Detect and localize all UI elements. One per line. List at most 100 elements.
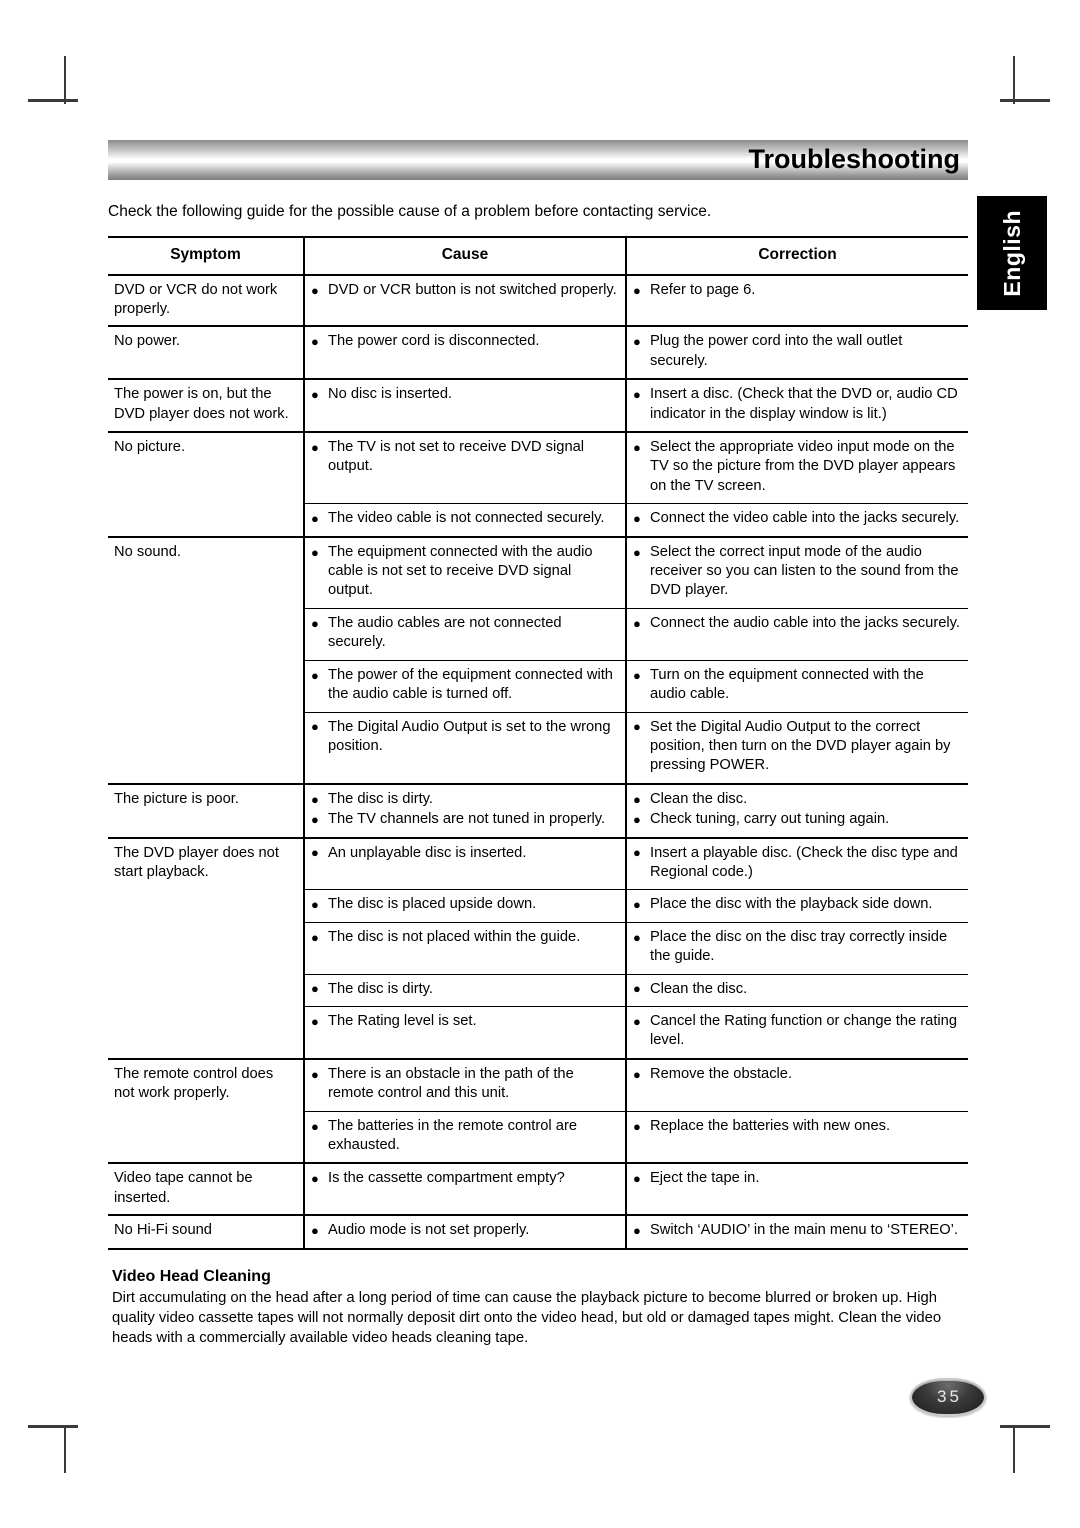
cause-item: ● The audio cables are not connected secu… (311, 614, 562, 651)
language-tab-label: English (998, 209, 1025, 297)
column-header-cause: Cause (304, 236, 627, 276)
bullet-icon: ● (633, 667, 641, 683)
table-row: ● The audio cables are not connected secu… (108, 607, 968, 661)
bullet-icon: ● (311, 667, 319, 683)
section-banner: Troubleshooting (108, 140, 968, 180)
bullet-icon: ● (311, 387, 319, 403)
table-row: Video tape cannot be inserted. ● Is the ca… (108, 1162, 968, 1216)
table-row: ● The batteries in the remote control are… (108, 1110, 968, 1164)
table-row: No Hi-Fi sound ● Audio mode is not set pro… (108, 1214, 968, 1250)
cell-cause: ● There is an obstacle in the path of the… (304, 1057, 627, 1112)
symptom-text: The remote control does not work properl… (114, 1065, 274, 1102)
cell-symptom: No power. (108, 325, 305, 380)
cell-symptom (108, 889, 305, 923)
table-row: ● The Rating level is set. ● Cancel the Rat… (108, 1005, 968, 1059)
correction-item: ● Connect the audio cable into the jacks … (633, 614, 960, 631)
cell-symptom: Video tape cannot be inserted. (108, 1162, 305, 1216)
bullet-icon: ● (633, 1066, 641, 1082)
troubleshooting-table: Symptom Cause Correction DVD or VCR do n… (108, 236, 968, 1250)
bullet-icon: ● (311, 1118, 319, 1134)
cell-cause: ● The audio cables are not connected secu… (304, 607, 627, 661)
table-row: ● The power of the equipment connected wi… (108, 659, 968, 712)
crop-mark-bottom-left-horizontal (28, 1425, 78, 1428)
table-row: ● The video cable is not connected secure… (108, 503, 968, 537)
bullet-icon: ● (633, 1223, 641, 1239)
cell-correction: ● Connect the video cable into the jacks … (626, 503, 968, 537)
crop-mark-top-left-horizontal (28, 99, 78, 102)
cause-item: ● An unplayable disc is inserted. (311, 844, 527, 861)
page-number-label: 35 (937, 1387, 962, 1406)
language-tab: English (977, 196, 1047, 310)
table-row: ● The Digital Audio Output is set to the … (108, 711, 968, 784)
bullet-icon: ● (311, 1171, 319, 1187)
cell-correction: ● Switch ‘AUDIO’ in the main menu to ‘STE… (626, 1214, 968, 1250)
column-header-correction: Correction (626, 236, 968, 276)
cause-item: ● Is the cassette compartment empty? (311, 1170, 565, 1187)
cause-item: ● The disc is dirty. (311, 790, 434, 807)
cell-correction: ● Place the disc on the disc tray correct… (626, 921, 968, 975)
cell-symptom (108, 1111, 305, 1164)
correction-item: ● Place the disc on the disc tray correct… (633, 928, 948, 965)
table-row: The remote control does not work properl… (108, 1057, 968, 1112)
correction-item: ● Switch ‘AUDIO’ in the main menu to ‘STE… (633, 1222, 958, 1239)
video-head-cleaning-heading: Video Head Cleaning (112, 1267, 271, 1285)
bullet-icon: ● (311, 334, 319, 350)
cell-correction: ● Select the appropriate video input mode… (626, 431, 968, 504)
bullet-icon: ● (311, 845, 319, 861)
correction-item: ● Refer to page 6. (633, 281, 756, 298)
bullet-icon: ● (311, 615, 319, 631)
correction-item: ● Insert a disc. (Check that the DVD or, … (633, 386, 958, 422)
crop-mark-bottom-left-vertical (64, 1425, 66, 1473)
bullet-icon: ● (633, 511, 641, 527)
cell-correction: ● Insert a disc. (Check that the DVD or, … (626, 378, 968, 433)
bullet-icon: ● (633, 981, 641, 997)
table-head: Symptom Cause Correction (108, 236, 968, 276)
correction-item: ● Insert a playable disc. (Check the disc… (633, 844, 958, 880)
cause-item: ● The Rating level is set. (311, 1012, 477, 1029)
cause-item: ● Audio mode is not set properly. (311, 1222, 530, 1239)
cause-item: ● The power cord is disconnected. (311, 333, 540, 350)
symptom-text: No sound. (114, 543, 181, 560)
bullet-icon: ● (311, 1066, 319, 1082)
table-row: ● The disc is placed upside down. ● Place t… (108, 889, 968, 923)
cell-correction: ● Turn on the equipment connected with th… (626, 659, 968, 712)
table-row: ● The disc is dirty. ● Clean the disc. (108, 973, 968, 1007)
cell-correction: ● Insert a playable disc. (Check the disc… (626, 836, 968, 890)
cell-correction: ● Clean the disc. ● Check tuning, carry out… (626, 782, 968, 838)
cell-symptom: No sound. (108, 535, 305, 609)
cell-symptom: No Hi-Fi sound (108, 1214, 305, 1250)
bullet-icon: ● (633, 1171, 641, 1187)
bullet-icon: ● (633, 812, 641, 828)
crop-mark-top-right-horizontal (1000, 99, 1050, 102)
cell-correction: ● Plug the power cord into the wall outle… (626, 325, 968, 380)
cell-cause: ● The batteries in the remote control are… (304, 1110, 627, 1164)
bullet-icon: ● (633, 845, 641, 861)
cell-correction: ● Select the correct input mode of the au… (626, 535, 968, 609)
table-row: The DVD player does not start playback. ●… (108, 836, 968, 890)
bullet-icon: ● (311, 719, 319, 735)
correction-item: ● Plug the power cord into the wall outle… (633, 333, 903, 369)
cell-symptom (108, 660, 305, 712)
bullet-icon: ● (311, 1013, 319, 1029)
bullet-icon: ● (633, 387, 641, 403)
bullet-icon: ● (311, 1223, 319, 1239)
symptom-text: No Hi-Fi sound (114, 1222, 212, 1239)
cause-item: ● The batteries in the remote control are… (311, 1117, 577, 1153)
bullet-icon: ● (633, 615, 641, 631)
cell-cause: ● The video cable is not connected secure… (304, 503, 627, 537)
cause-item: ● The power of the equipment connected wi… (311, 666, 613, 703)
cell-symptom (108, 1006, 305, 1059)
cell-cause: ● The disc is not placed within the guide… (304, 921, 627, 975)
cell-cause: ● The Rating level is set. (304, 1005, 627, 1059)
cell-correction: ● Connect the audio cable into the jacks … (626, 607, 968, 661)
cell-correction: ● Eject the tape in. (626, 1162, 968, 1216)
cause-item: ● There is an obstacle in the path of the… (311, 1065, 574, 1102)
correction-item: ● Eject the tape in. (633, 1170, 760, 1187)
symptom-text: DVD or VCR do not work properly. (114, 281, 278, 317)
cell-symptom (108, 608, 305, 661)
table-row: No sound. ● The equipment connected with t… (108, 535, 968, 609)
cell-cause: ● Audio mode is not set properly. (304, 1214, 627, 1250)
cell-symptom (108, 922, 305, 975)
cell-correction: ● Replace the batteries with new ones. (626, 1110, 968, 1164)
table-row: ● The disc is not placed within the guide… (108, 921, 968, 975)
